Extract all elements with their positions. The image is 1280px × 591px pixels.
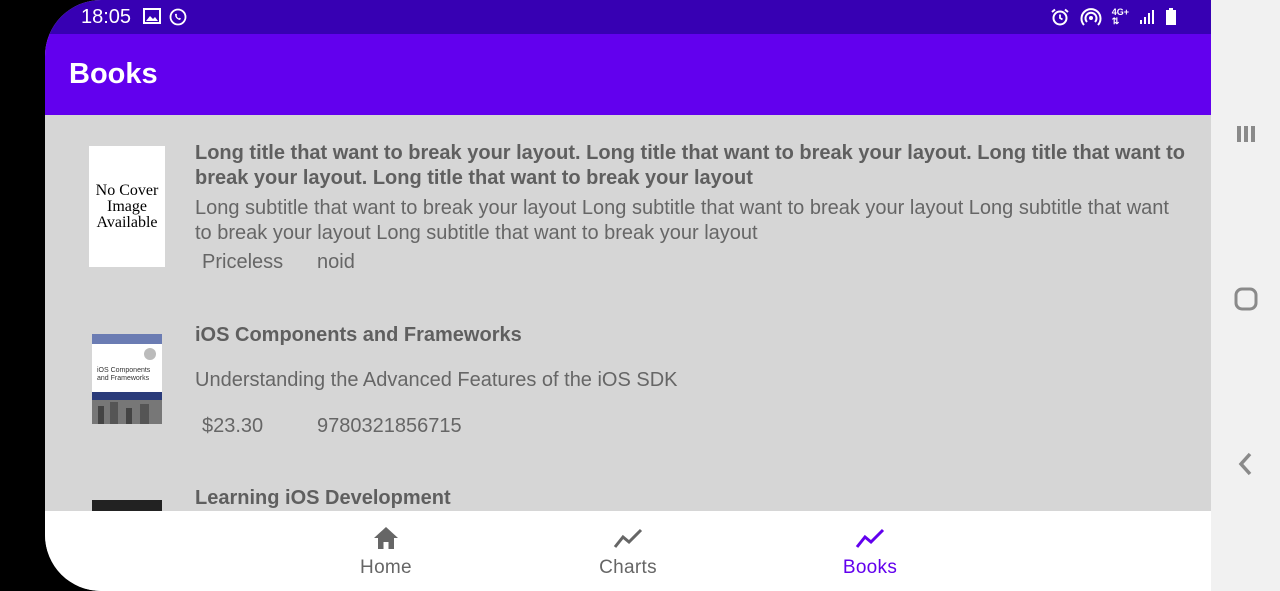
book-subtitle: Long subtitle that want to break your la… xyxy=(195,197,1169,244)
trend-line-icon xyxy=(810,525,930,551)
book-isbn: 9780321856715 xyxy=(317,415,462,437)
nav-home[interactable]: Home xyxy=(326,525,446,579)
whatsapp-icon xyxy=(169,8,187,26)
signal-icon xyxy=(1139,9,1155,25)
nav-books[interactable]: Books xyxy=(810,525,930,579)
status-bar: 18:05 4G+ ⇅ xyxy=(45,0,1211,34)
phone-screen: 18:05 4G+ ⇅ Books No Cover Image Availab… xyxy=(45,0,1211,591)
list-item[interactable]: No Cover Image Available Long title that… xyxy=(45,115,1211,290)
app-bar: Books xyxy=(45,34,1211,115)
nav-home-label: Home xyxy=(360,557,412,578)
book-price: $23.30 xyxy=(202,415,264,437)
home-square-icon xyxy=(1233,286,1259,312)
back-chevron-icon xyxy=(1233,451,1259,477)
svg-text:iOS Components: iOS Components xyxy=(97,367,151,374)
book-cover-image xyxy=(92,500,162,511)
book-subtitle: Understanding the Advanced Features of t… xyxy=(195,369,678,391)
network-label: 4G+ xyxy=(1111,7,1129,17)
home-system-button[interactable] xyxy=(1233,286,1259,312)
alarm-icon xyxy=(1050,8,1070,26)
network-4g-icon: 4G+ ⇅ xyxy=(1111,7,1129,26)
hotspot-icon xyxy=(1080,7,1102,27)
nav-books-label: Books xyxy=(842,557,898,578)
page-title: Books xyxy=(69,58,158,90)
list-item[interactable]: Learning iOS Development xyxy=(45,480,1211,511)
battery-icon xyxy=(1165,8,1177,26)
bottom-navigation: Home Charts Books xyxy=(45,511,1211,591)
nav-charts[interactable]: Charts xyxy=(568,525,688,579)
recent-apps-icon xyxy=(1233,121,1259,147)
system-navigation-bar xyxy=(1211,0,1280,591)
image-icon xyxy=(143,8,161,26)
svg-text:and Frameworks: and Frameworks xyxy=(97,375,150,382)
cover-placeholder-text: No Cover Image Available xyxy=(95,181,159,231)
book-title: Learning iOS Development xyxy=(195,487,451,509)
home-icon xyxy=(326,525,446,551)
trend-line-icon xyxy=(568,525,688,551)
book-price: Priceless xyxy=(202,251,284,273)
list-item[interactable]: iOS Components and Frameworks iOS Compon… xyxy=(45,310,1211,460)
book-cover-image: iOS Components and Frameworks xyxy=(92,334,162,424)
book-list[interactable]: No Cover Image Available Long title that… xyxy=(45,115,1211,511)
recent-apps-button[interactable] xyxy=(1233,121,1259,147)
book-isbn: noid xyxy=(317,251,355,273)
book-title: Long title that want to break your layou… xyxy=(195,142,1186,189)
back-button[interactable] xyxy=(1233,451,1259,477)
book-title: iOS Components and Frameworks xyxy=(195,324,522,346)
status-time: 18:05 xyxy=(81,6,132,28)
book-cover-placeholder: No Cover Image Available xyxy=(89,146,165,267)
nav-charts-label: Charts xyxy=(599,557,657,578)
